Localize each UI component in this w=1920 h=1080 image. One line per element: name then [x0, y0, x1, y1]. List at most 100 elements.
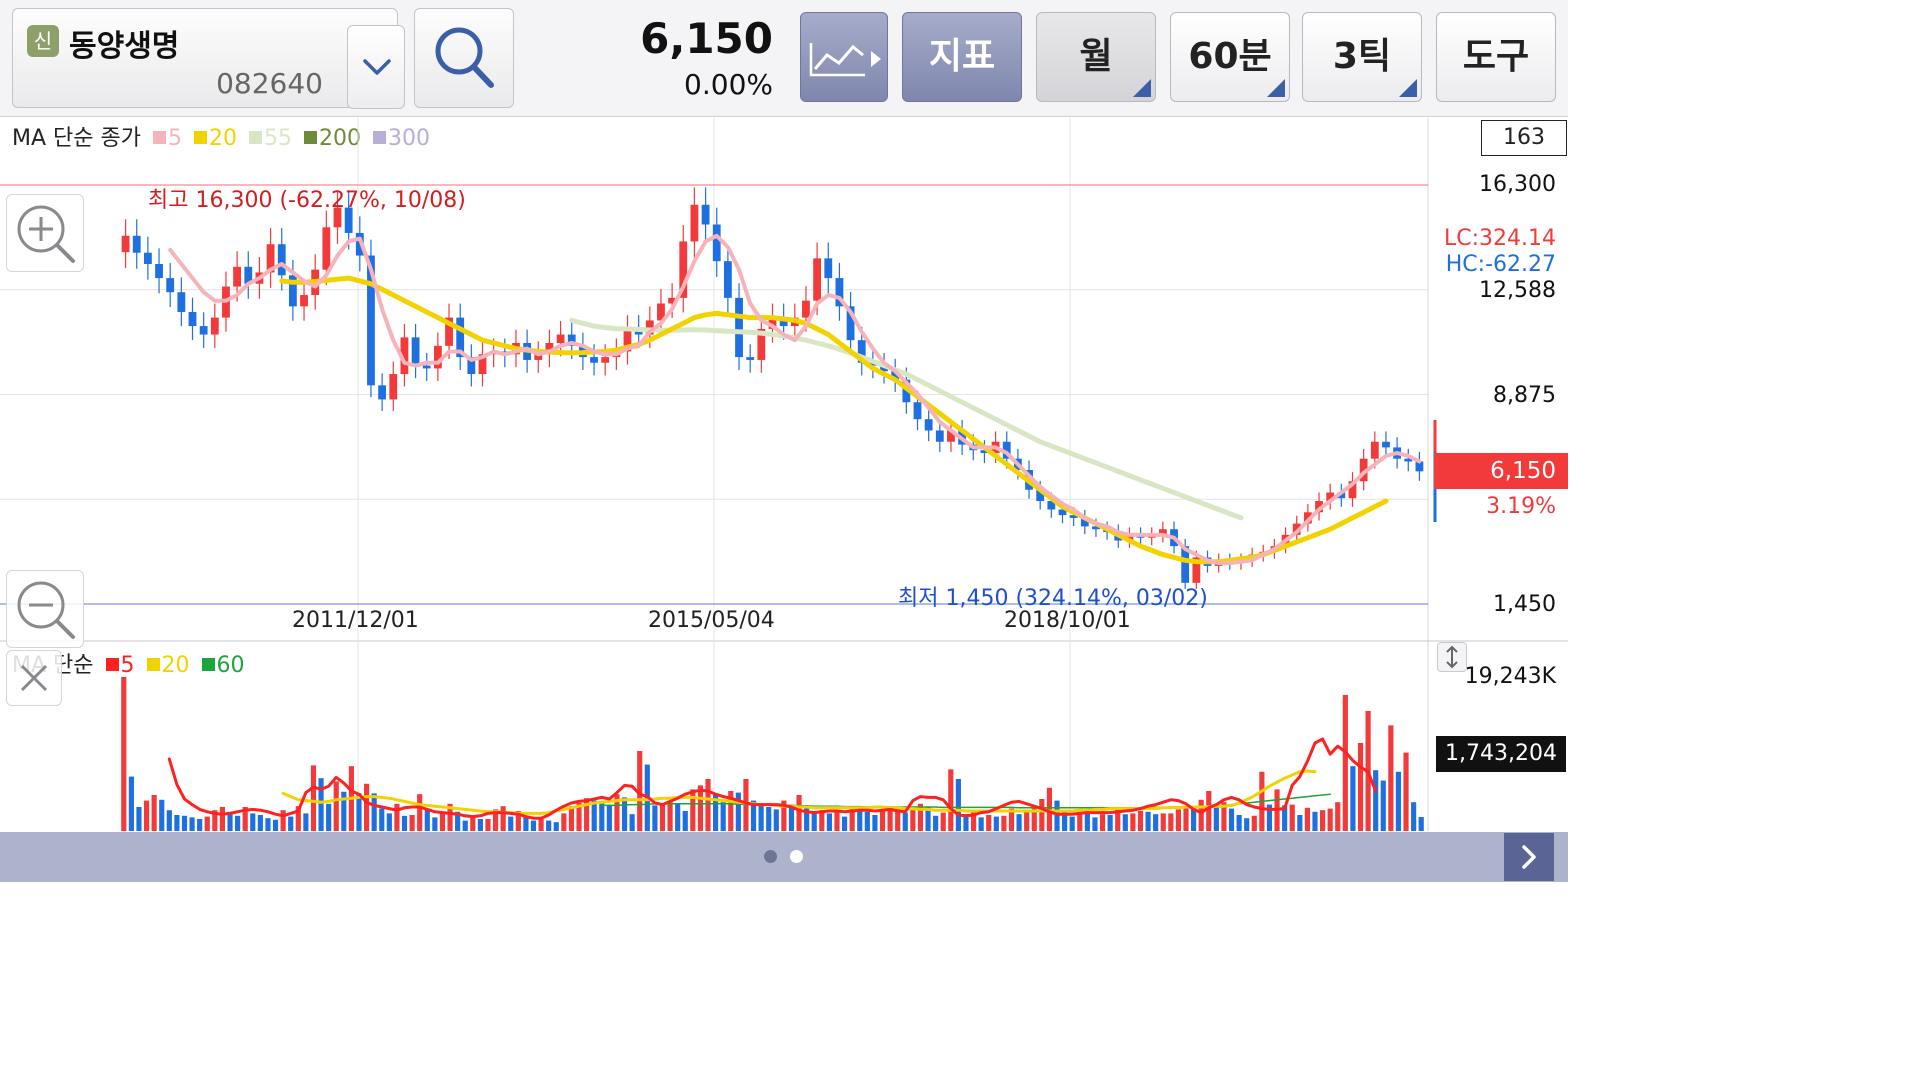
volume-bar-down	[857, 810, 863, 831]
volume-current-tag: 1,743,204	[1436, 736, 1566, 772]
volume-bar-down	[326, 803, 332, 831]
page-dot-2[interactable]	[790, 850, 803, 863]
volume-bar-up	[409, 814, 415, 831]
candle-down	[155, 264, 163, 279]
resize-handle[interactable]	[1437, 642, 1467, 672]
y-label-high: 16,300	[1479, 172, 1556, 197]
volume-bar-down	[424, 808, 430, 831]
volume-bar-up	[219, 806, 226, 831]
candle-down	[723, 261, 732, 298]
volume-bar-down	[128, 776, 134, 831]
stock-chart[interactable]	[0, 0, 1568, 832]
volume-bar-down	[530, 820, 537, 831]
volume-bar-up	[948, 769, 954, 831]
candle-up	[233, 266, 242, 287]
volume-bar-down	[1107, 814, 1113, 831]
candle-up	[802, 300, 810, 318]
volume-bar-up	[697, 785, 704, 831]
volume-bar-down	[1395, 771, 1402, 831]
volume-bar-up	[121, 677, 127, 831]
candle-count-box[interactable]: 163	[1481, 120, 1567, 156]
next-page-button[interactable]	[1504, 833, 1554, 881]
volume-bar-up	[204, 816, 210, 831]
volume-bar-up	[1168, 813, 1174, 831]
volume-bar-down	[1122, 814, 1128, 831]
candle-down	[701, 204, 710, 225]
candle-down	[913, 402, 922, 420]
candle-down	[177, 292, 186, 312]
volume-bar-up	[1198, 799, 1204, 831]
volume-bar-up	[690, 789, 696, 831]
volume-bar-up	[910, 810, 916, 831]
page-dot-1[interactable]	[764, 850, 777, 863]
volume-bar-down	[288, 816, 294, 831]
volume-bar-down	[136, 806, 142, 831]
volume-bar-down	[758, 802, 764, 831]
volume-bar-up	[1160, 813, 1166, 831]
volume-bar-down	[591, 800, 597, 831]
volume-bar-down	[1228, 808, 1235, 831]
volume-bar-down	[432, 817, 438, 831]
volume-bar-up	[1137, 810, 1144, 831]
volume-bar-down	[955, 778, 961, 831]
volume-bar-down	[257, 814, 263, 831]
volume-bar-down	[265, 818, 271, 831]
volume-bar-up	[1388, 725, 1394, 831]
volume-ma20-line	[281, 769, 1317, 815]
candle-down	[166, 278, 175, 293]
lc-label: LC:324.14	[1443, 226, 1556, 251]
candle-down	[132, 235, 141, 253]
candle-down	[735, 297, 743, 358]
volume-bar-down	[1153, 814, 1159, 831]
volume-bar-down	[621, 797, 628, 831]
volume-bar-up	[310, 765, 317, 831]
zoom-in-button[interactable]	[6, 194, 84, 272]
volume-bar-down	[1350, 766, 1356, 831]
volume-bar-up	[439, 811, 446, 831]
volume-bar-down	[826, 813, 832, 831]
volume-bar-down	[553, 822, 559, 831]
candle-down	[924, 419, 933, 431]
volume-bar-up	[561, 813, 567, 831]
bottom-pager-bar	[0, 832, 1568, 882]
volume-bar-up	[1175, 809, 1181, 831]
volume-bar-up	[879, 810, 886, 831]
volume-bar-down	[993, 816, 999, 831]
volume-bar-down	[606, 804, 612, 831]
volume-bar-up	[834, 810, 840, 831]
x-label: 2011/12/01	[292, 608, 419, 633]
candle-down	[746, 357, 755, 360]
volume-bar-down	[1084, 812, 1090, 831]
zoom-out-button[interactable]	[6, 570, 84, 648]
volume-bar-down	[197, 818, 203, 831]
volume-bar-up	[280, 810, 286, 831]
volume-bar-up	[1342, 694, 1348, 831]
volume-bar-down	[1145, 811, 1151, 831]
volume-bar-up	[1251, 815, 1257, 831]
volume-bar-up	[667, 800, 673, 831]
vertical-arrows-icon	[1446, 645, 1458, 669]
candle-down	[935, 430, 944, 442]
volume-bar-down	[272, 819, 279, 831]
volume-bar-down	[1069, 816, 1075, 831]
volume-bar-down	[933, 815, 939, 831]
volume-bar-up	[796, 794, 802, 831]
x-label: 2015/05/04	[648, 608, 775, 633]
volume-bar-down	[735, 792, 741, 831]
volume-bar-down	[1411, 802, 1417, 831]
volume-bar-up	[1039, 798, 1045, 831]
volume-bar-up	[500, 806, 506, 831]
close-icon	[20, 664, 48, 692]
volume-bar-up	[1335, 802, 1341, 831]
volume-bar-down	[1236, 814, 1242, 831]
volume-bar-up	[1046, 787, 1053, 831]
volume-bar-down	[181, 815, 188, 831]
candle-up	[813, 258, 822, 301]
volume-bar-up	[940, 812, 946, 831]
candle-down	[422, 365, 431, 369]
ma20-line	[279, 275, 1389, 565]
close-indicator-button[interactable]	[6, 650, 62, 706]
volume-bar-up	[705, 778, 711, 831]
volume-bar-up	[1319, 810, 1326, 831]
volume-bar-up	[1327, 808, 1333, 831]
